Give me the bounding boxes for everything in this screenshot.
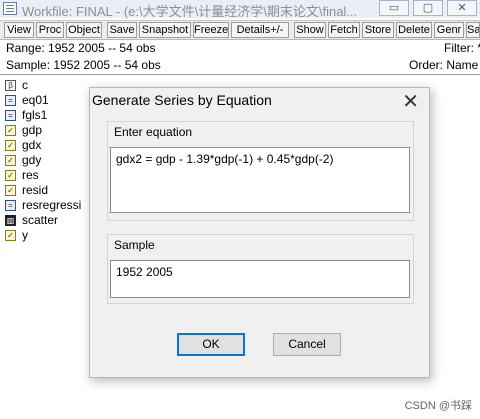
separator — [0, 74, 480, 75]
view-button[interactable]: View — [4, 22, 34, 38]
sample-label: Sample — [114, 238, 155, 252]
object-name: scatter — [22, 213, 59, 227]
generate-series-dialog: Generate Series by Equation ✕ Enter equa… — [89, 87, 430, 378]
object-name: eq01 — [22, 93, 49, 107]
range-line: Range: 1952 2005 -- 54 obs Filter: * — [0, 40, 480, 56]
object-name: res — [22, 168, 39, 182]
object-button[interactable]: Object — [66, 22, 102, 38]
details-button[interactable]: Details+/- — [231, 22, 289, 38]
series-icon: ✓ — [5, 185, 16, 196]
sample-button[interactable]: Sam — [466, 22, 480, 38]
close-window-button[interactable]: ✕ — [447, 0, 477, 16]
object-name: gdp — [22, 123, 43, 137]
cancel-button[interactable]: Cancel — [273, 333, 341, 356]
filter-text[interactable]: Filter: * — [444, 41, 480, 55]
object-name: y — [22, 228, 28, 242]
series-icon: ✓ — [5, 155, 16, 166]
store-button[interactable]: Store — [362, 22, 394, 38]
watermark: CSDN @书踩 — [404, 400, 472, 412]
sample-line: Sample: 1952 2005 -- 54 obs Order: Name — [0, 57, 480, 73]
series-icon: ✓ — [5, 125, 16, 136]
proc-button[interactable]: Proc — [36, 22, 64, 38]
workfile-icon — [3, 2, 17, 15]
sample-group: Sample 1952 2005 — [107, 234, 414, 304]
sample-text: Sample: 1952 2005 -- 54 obs — [6, 58, 161, 72]
series-icon: ✓ — [5, 170, 16, 181]
object-name: resid — [22, 183, 49, 197]
fetch-button[interactable]: Fetch — [328, 22, 360, 38]
sample-input[interactable]: 1952 2005 — [110, 260, 410, 298]
equation-icon: = — [5, 200, 16, 211]
object-name: fgls1 — [22, 108, 48, 122]
freeze-button[interactable]: Freeze — [193, 22, 229, 38]
workfile-toolbar: View Proc Object Save Snapshot Freeze De… — [0, 20, 480, 40]
equation-input[interactable]: gdx2 = gdp - 1.39*gdp(-1) + 0.45*gdp(-2) — [110, 147, 410, 213]
graph-icon: ▥ — [5, 215, 16, 226]
order-text[interactable]: Order: Name — [409, 58, 478, 72]
series-icon: ✓ — [5, 140, 16, 151]
equation-group: Enter equation gdx2 = gdp - 1.39*gdp(-1)… — [107, 121, 414, 221]
range-text: Range: 1952 2005 -- 54 obs — [6, 41, 156, 55]
show-button[interactable]: Show — [294, 22, 326, 38]
equation-icon: = — [5, 95, 16, 106]
window-title: Workfile: FINAL - (e:\大学文件\计量经济学\期末论文\fi… — [22, 4, 358, 19]
equation-icon: = — [5, 110, 16, 121]
save-button[interactable]: Save — [107, 22, 137, 38]
delete-button[interactable]: Delete — [396, 22, 432, 38]
object-name: gdx — [22, 138, 42, 152]
object-name: gdy — [22, 153, 42, 167]
equation-label: Enter equation — [114, 125, 193, 139]
object-name: resregressi — [22, 198, 82, 212]
window-titlebar: Workfile: FINAL - (e:\大学文件\计量经济学\期末论文\fi… — [0, 0, 480, 19]
maximize-button[interactable]: ▢ — [413, 0, 443, 16]
snapshot-button[interactable]: Snapshot — [139, 22, 191, 38]
genr-button[interactable]: Genr — [434, 22, 464, 38]
minimize-button[interactable]: ▭ — [379, 0, 409, 16]
coef-icon: β — [5, 80, 16, 91]
ok-button[interactable]: OK — [177, 333, 245, 356]
close-icon[interactable]: ✕ — [402, 89, 419, 114]
object-name: c — [22, 78, 28, 92]
series-icon: ✓ — [5, 230, 16, 241]
dialog-title: Generate Series by Equation — [92, 92, 272, 108]
